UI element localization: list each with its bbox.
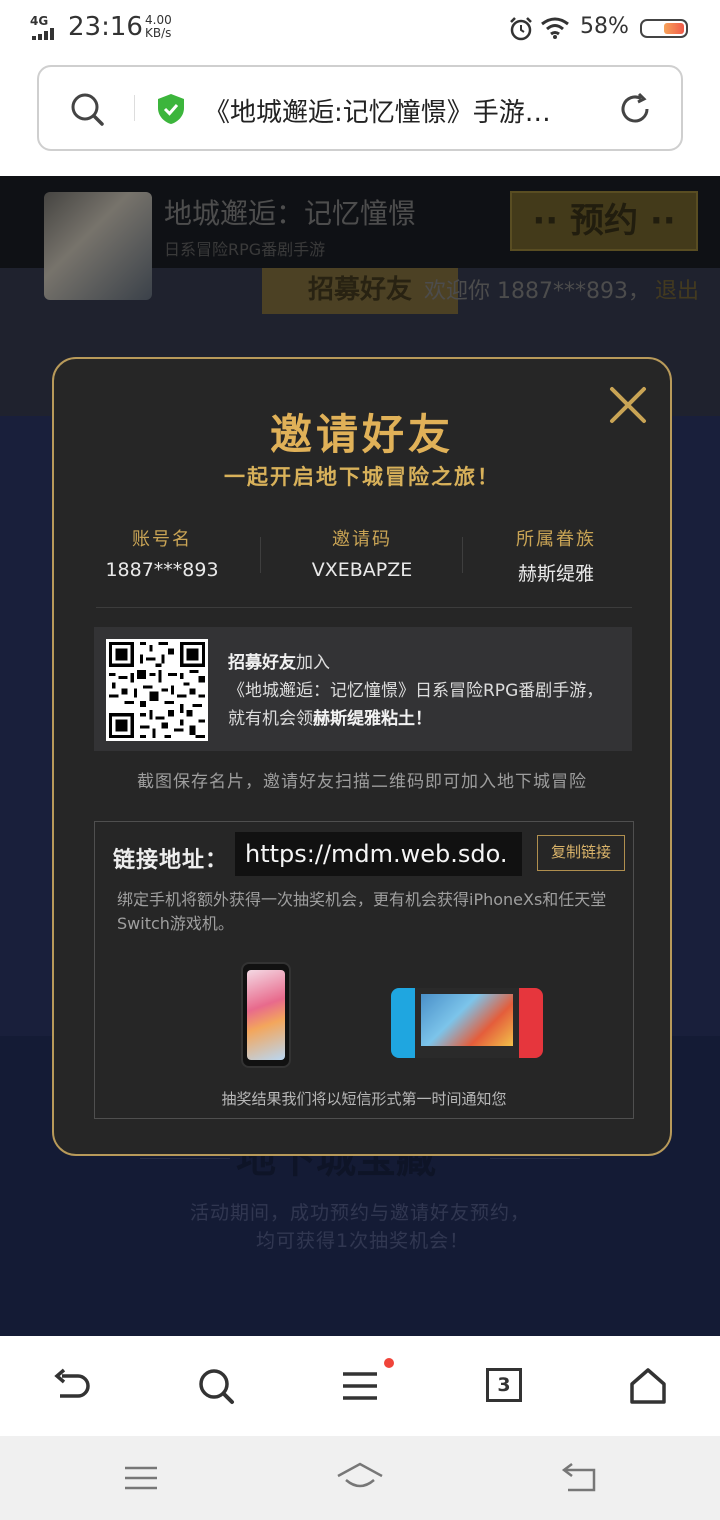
home-icon[interactable] — [628, 1366, 668, 1406]
recent-apps-icon[interactable] — [121, 1460, 161, 1496]
info-value: VXEBAPZE — [311, 559, 413, 581]
alarm-icon — [510, 17, 532, 41]
speed-unit: KB/s — [145, 26, 172, 40]
invite-link-field[interactable]: https://mdm.web.sdo. — [235, 832, 522, 876]
info-label: 所属眷族 — [516, 529, 596, 550]
save-hint: 截图保存名片，邀请好友扫描二维码即可加入地下城冒险 — [137, 772, 587, 792]
qr-line: 《地城邂逅：记忆憧憬》日系冒险RPG番剧手游， — [228, 681, 604, 701]
iphone-image — [241, 962, 291, 1068]
search-icon[interactable] — [196, 1366, 236, 1406]
system-navigation-bar — [0, 1436, 720, 1520]
qr-code — [106, 639, 208, 741]
search-icon[interactable] — [69, 91, 105, 127]
invite-modal: 邀请好友 一起开启地下城冒险之旅！ 账号名 1887***893 邀请码 VXE… — [52, 357, 672, 1156]
copy-link-button[interactable]: 复制链接 — [537, 835, 625, 871]
account-info: 账号名 1887***893 — [62, 525, 262, 581]
back-icon[interactable] — [52, 1366, 92, 1406]
switch-console-image — [391, 988, 543, 1058]
info-value: 1887***893 — [105, 559, 219, 581]
lottery-note: 抽奖结果我们将以短信形式第一时间通知您 — [221, 1090, 507, 1108]
familia-info: 所属眷族 赫斯缇雅 — [456, 525, 656, 586]
invite-code-info: 邀请码 VXEBAPZE — [262, 525, 462, 581]
status-bar: 4G 23:16 4.00 KB/s 58% — [0, 0, 720, 58]
info-value: 赫斯缇雅 — [517, 563, 594, 585]
menu-icon[interactable] — [340, 1366, 380, 1406]
page-title[interactable]: 《地城邂逅:记忆憧憬》手游… — [204, 92, 604, 129]
battery-percent: 58% — [580, 14, 629, 39]
address-bar[interactable]: 《地城邂逅:记忆憧憬》手游… — [37, 65, 683, 151]
link-label: 链接地址： — [113, 848, 229, 873]
wifi-icon — [541, 17, 569, 39]
qr-line-text: 加入 — [296, 653, 330, 673]
notification-dot — [384, 1358, 394, 1368]
qr-card: 招募好友加入 《地城邂逅：记忆憧憬》日系冒险RPG番剧手游， 就有机会领赫斯缇雅… — [94, 627, 632, 751]
security-shield-icon — [158, 94, 184, 124]
signal-icon — [32, 28, 60, 40]
qr-description: 招募好友加入 《地城邂逅：记忆憧憬》日系冒险RPG番剧手游， 就有机会领赫斯缇雅… — [228, 649, 628, 733]
divider — [134, 95, 135, 121]
qr-line-bold: 赫斯缇雅粘土！ — [313, 709, 432, 729]
home-icon[interactable] — [336, 1460, 384, 1496]
network-speed: 4.00 KB/s — [145, 14, 172, 40]
bonus-description: 绑定手机将额外获得一次抽奖机会，更有机会获得iPhoneXs和任天堂Switch… — [117, 890, 607, 933]
info-label: 账号名 — [132, 529, 192, 550]
divider — [96, 607, 632, 608]
info-label: 邀请码 — [332, 529, 392, 550]
tabs-button[interactable]: 3 — [486, 1368, 522, 1402]
clock: 23:16 — [68, 12, 143, 42]
back-icon[interactable] — [560, 1460, 600, 1496]
qr-line: 就有机会领赫斯缇雅粘土！ — [228, 705, 628, 733]
qr-line: 招募好友加入 — [228, 649, 628, 677]
qr-line-text: 就有机会领 — [228, 709, 313, 729]
divider — [260, 537, 261, 573]
qr-line-bold: 招募好友 — [228, 653, 296, 673]
invite-link-box: 链接地址： https://mdm.web.sdo. 复制链接 绑定手机将额外获… — [94, 821, 634, 1119]
browser-toolbar: 3 — [0, 1336, 720, 1436]
modal-title: 邀请好友 — [269, 410, 454, 459]
battery-icon — [640, 19, 688, 38]
modal-subtitle: 一起开启地下城冒险之旅！ — [224, 465, 500, 489]
address-bar-area: 《地城邂逅:记忆憧憬》手游… — [0, 58, 720, 176]
network-type: 4G — [30, 14, 49, 28]
reload-icon[interactable] — [617, 91, 653, 127]
